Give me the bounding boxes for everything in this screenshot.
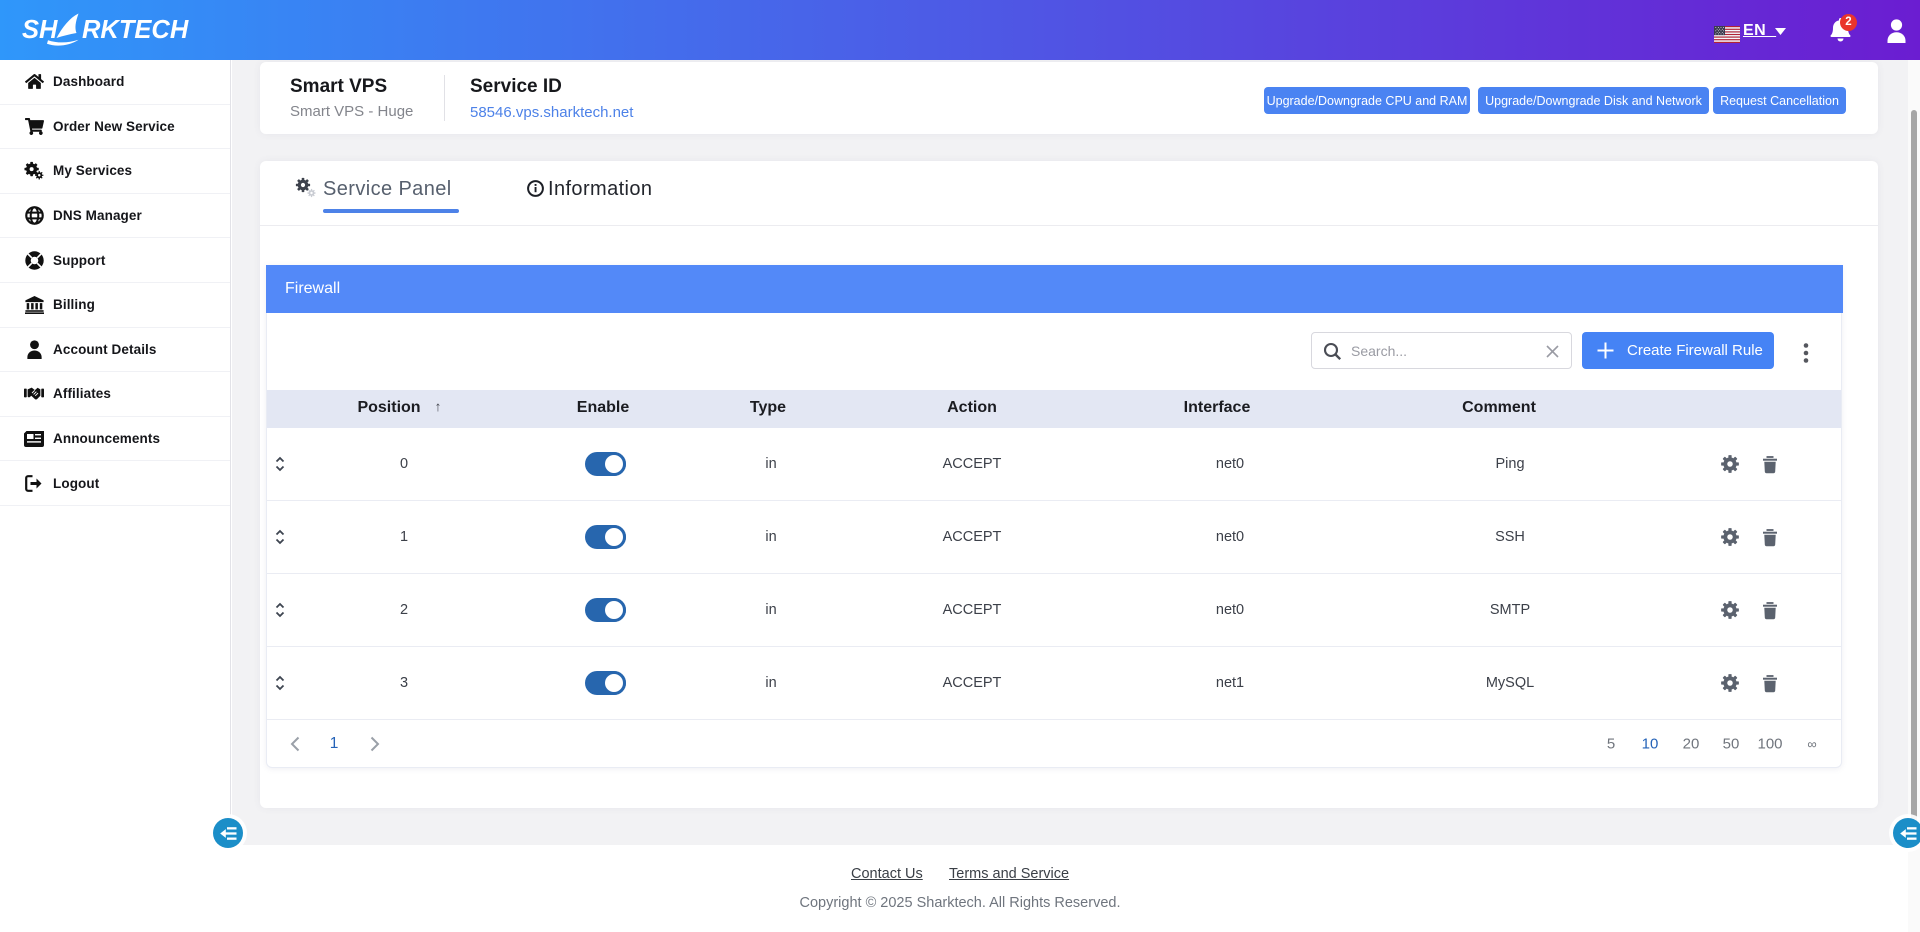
svg-text:RKTECH: RKTECH — [82, 16, 189, 44]
svg-text:SH: SH — [22, 16, 58, 44]
